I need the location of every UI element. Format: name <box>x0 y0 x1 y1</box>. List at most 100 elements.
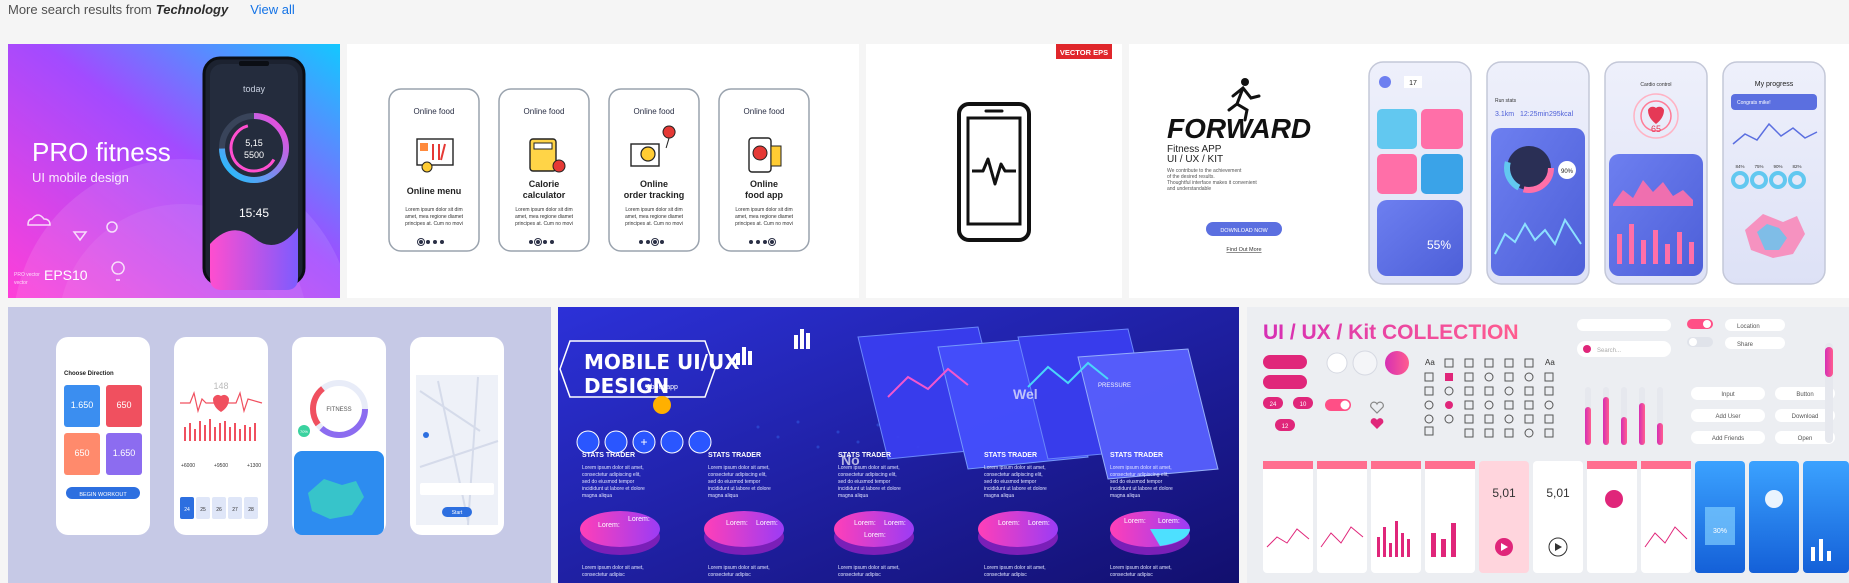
svg-text:Online food: Online food <box>414 107 455 116</box>
svg-text:24: 24 <box>184 507 190 513</box>
svg-text:consectetur adipiscing elit,: consectetur adipiscing elit, <box>582 472 641 478</box>
svg-text:My progress: My progress <box>1755 81 1794 88</box>
svg-text:Lorem:: Lorem: <box>756 520 778 527</box>
svg-text:Calorie: Calorie <box>529 179 560 189</box>
svg-text:65: 65 <box>1651 124 1661 134</box>
svg-text:+9500: +9500 <box>214 463 228 469</box>
svg-text:Lorem:: Lorem: <box>1124 518 1146 525</box>
svg-text:90%: 90% <box>1773 164 1782 169</box>
svg-text:incididunt ut labore et dolore: incididunt ut labore et dolore <box>582 486 645 492</box>
icon-grid: Aa Aa <box>1424 358 1555 438</box>
svg-text:magna aliqua: magna aliqua <box>984 493 1014 499</box>
svg-text:STATS TRADER: STATS TRADER <box>984 452 1037 459</box>
svg-text:PRO fitness: PRO fitness <box>32 137 171 167</box>
svg-text:Lorem:: Lorem: <box>598 522 620 529</box>
svg-text:PRO vector: PRO vector <box>14 272 40 278</box>
svg-text:Lorem:: Lorem: <box>998 520 1020 527</box>
result-image-forward-fitness[interactable]: FORWARD Fitness APP UI / UX / KIT We con… <box>1129 44 1849 298</box>
svg-text:UI mobile design: UI mobile design <box>32 170 129 185</box>
svg-text:vector: vector <box>14 280 28 286</box>
svg-text:5500: 5500 <box>244 150 264 160</box>
svg-text:Online food: Online food <box>524 107 565 116</box>
svg-text:STATS TRADER: STATS TRADER <box>838 452 891 459</box>
svg-text:sed do eiusmod tempor: sed do eiusmod tempor <box>708 479 761 485</box>
result-image-mobile-uiux-design[interactable]: MOBILE UI/UX DESIGN About app + Wel No P… <box>558 307 1239 583</box>
svg-text:3.1km: 3.1km <box>1495 111 1514 118</box>
svg-text:amet, mea regione diamet: amet, mea regione diamet <box>625 214 684 220</box>
forward-fitness-artwork: FORWARD Fitness APP UI / UX / KIT We con… <box>1167 61 1826 285</box>
svg-text:Lorem ipsum dolor sit amet,: Lorem ipsum dolor sit amet, <box>838 565 900 571</box>
svg-text:+1300: +1300 <box>247 463 261 469</box>
svg-text:consectetur adipisc: consectetur adipisc <box>984 572 1027 578</box>
svg-text:Run stats: Run stats <box>1495 98 1517 104</box>
svg-text:Lorem:: Lorem: <box>628 516 650 523</box>
phone-heartbeat-artwork: VECTOR EPS <box>957 44 1112 242</box>
svg-text:BEGIN WORKOUT: BEGIN WORKOUT <box>79 492 127 498</box>
svg-text:UI / UX / Kit COLLECTION: UI / UX / Kit COLLECTION <box>1263 321 1519 344</box>
svg-text:Online: Online <box>640 179 668 189</box>
svg-text:25: 25 <box>200 507 206 513</box>
svg-text:Online menu: Online menu <box>407 186 462 196</box>
svg-text:Lorem:: Lorem: <box>1028 520 1050 527</box>
svg-text:amet, mea regione diamet: amet, mea regione diamet <box>405 214 464 220</box>
svg-text:Lorem ipsum dolor sit dim: Lorem ipsum dolor sit dim <box>735 207 792 213</box>
svg-text:75%: 75% <box>1754 164 1763 169</box>
result-image-online-food[interactable]: Online food Online menu Lorem ipsum dolo… <box>347 44 859 298</box>
svg-text:magna aliqua: magna aliqua <box>708 493 738 499</box>
svg-text:order tracking: order tracking <box>624 190 685 200</box>
svg-text:Lorem:: Lorem: <box>864 532 886 539</box>
svg-text:today: today <box>243 84 266 94</box>
svg-text:Button: Button <box>1796 392 1813 398</box>
svg-text:24: 24 <box>1270 402 1277 408</box>
svg-text:Lorem:: Lorem: <box>726 520 748 527</box>
svg-text:55%: 55% <box>1427 238 1451 252</box>
svg-text:MOBILE UI/UX: MOBILE UI/UX <box>584 350 740 374</box>
svg-text:27: 27 <box>232 507 238 513</box>
svg-text:incididunt ut labore et dolore: incididunt ut labore et dolore <box>838 486 901 492</box>
food-card-2: Online food Calorie calculator Lorem ips… <box>498 88 590 252</box>
svg-text:12:25min: 12:25min <box>1520 111 1549 118</box>
svg-text:DOWNLOAD NOW: DOWNLOAD NOW <box>1220 228 1268 234</box>
svg-text:Aa: Aa <box>1545 358 1555 367</box>
svg-text:Online food: Online food <box>744 107 785 116</box>
svg-text:Lorem:: Lorem: <box>854 520 876 527</box>
fitness-phone-2: Run stats 3.1km 12:25min 295kcal 90% <box>1486 61 1590 285</box>
svg-text:1.650: 1.650 <box>113 448 136 458</box>
result-image-fitness-screens[interactable]: Choose Direction 1.650 650 650 1.650 BEG… <box>8 307 551 583</box>
svg-text:food app: food app <box>745 190 783 200</box>
svg-text:Online: Online <box>750 179 778 189</box>
result-image-pro-fitness[interactable]: PRO fitness UI mobile design PRO vector … <box>8 44 340 298</box>
svg-text:amet, mea regione diamet: amet, mea regione diamet <box>515 214 574 220</box>
svg-text:Lorem ipsum dolor sit amet,: Lorem ipsum dolor sit amet, <box>708 565 770 571</box>
svg-text:calculator: calculator <box>523 190 566 200</box>
result-image-phone-heartbeat[interactable]: VECTOR EPS <box>866 44 1122 298</box>
svg-text:PRESSURE: PRESSURE <box>1098 383 1131 389</box>
svg-text:Lorem:: Lorem: <box>884 520 906 527</box>
svg-text:FORWARD: FORWARD <box>1167 113 1311 144</box>
smartphone-heartbeat-icon <box>957 102 1031 242</box>
svg-text:incididunt ut labore et dolore: incididunt ut labore et dolore <box>1110 486 1173 492</box>
svg-text:12: 12 <box>1282 424 1289 430</box>
screen-heart-rate: 148 +6000 +9500 +1300 24 25 26 27 28 <box>174 337 268 535</box>
svg-text:Find Out More: Find Out More <box>1226 247 1261 253</box>
screen-fitness-ring: FITNESS 70% <box>292 337 386 535</box>
food-card-3: Online food Online order tracking Lorem … <box>608 88 700 252</box>
svg-text:EPS10: EPS10 <box>44 267 88 283</box>
view-all-link[interactable]: View all <box>250 2 295 17</box>
fitness-screens-artwork: Choose Direction 1.650 650 650 1.650 BEG… <box>56 337 504 535</box>
svg-text:1.650: 1.650 <box>71 400 94 410</box>
svg-text:5,15: 5,15 <box>245 138 263 148</box>
svg-text:650: 650 <box>74 448 89 458</box>
svg-text:Aa: Aa <box>1425 358 1435 367</box>
svg-text:principes at. Cum no movi: principes at. Cum no movi <box>735 221 793 227</box>
fitness-phone-3: Cardio control 65 <box>1604 61 1708 285</box>
result-image-uiux-kit-collection[interactable]: UI / UX / Kit COLLECTION Search... Locat… <box>1247 307 1849 583</box>
svg-text:Download: Download <box>1792 414 1819 420</box>
svg-text:26: 26 <box>216 507 222 513</box>
phone-mockup: today 5,15 5500 15:45 <box>202 56 306 290</box>
svg-text:VECTOR EPS: VECTOR EPS <box>1060 48 1108 57</box>
svg-text:10: 10 <box>1300 402 1307 408</box>
svg-text:Choose Direction: Choose Direction <box>64 371 114 377</box>
svg-text:Lorem ipsum dolor sit amet,: Lorem ipsum dolor sit amet, <box>1110 565 1172 571</box>
svg-text:principes at. Cum no movi: principes at. Cum no movi <box>405 221 463 227</box>
